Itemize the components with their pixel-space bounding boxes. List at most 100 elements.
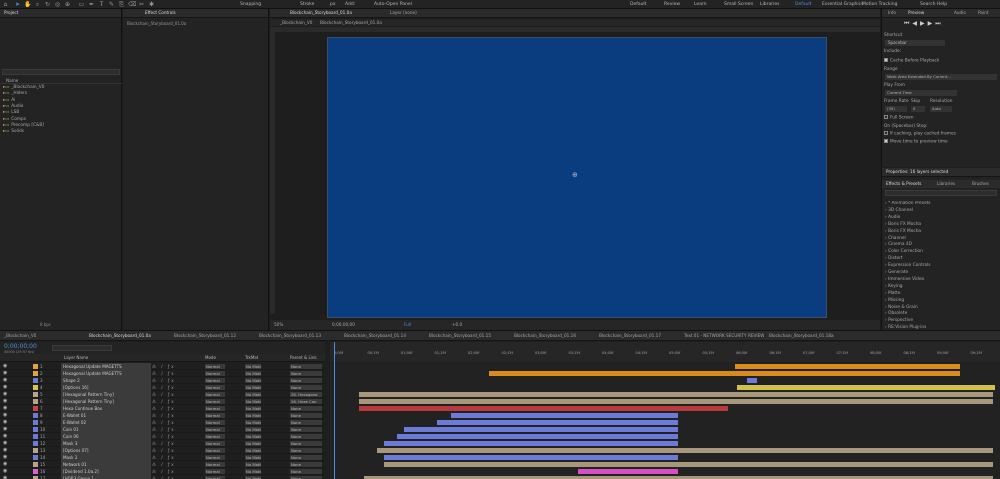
shortcut-select[interactable]: Spacebar [885,40,945,46]
layer-row[interactable]: ◉ 11 Coin 06 ⁂ / ƒx Normal No Matt None [0,433,325,440]
range-select[interactable]: Work Area Extended By Current... [885,74,997,80]
layer-label-color[interactable] [33,448,38,453]
layer-name[interactable]: Network 01 [61,461,151,468]
layer-trkmat-select[interactable]: No Matt [245,462,261,467]
effects-category[interactable]: › Noise & Grain [885,305,918,310]
layer-mode-select[interactable]: Normal [205,434,225,439]
workspace-motion-tracking[interactable]: Motion Tracking [862,2,897,7]
rotate-tool-icon[interactable]: ↻ [44,1,51,8]
snapping-label[interactable]: Snapping [240,2,261,7]
exposure-value[interactable]: +0.0 [452,322,462,327]
layer-row[interactable]: ◉ 9 E-Wallet 02 ⁂ / ƒx Normal No Matt None [0,419,325,426]
layer-switches[interactable]: ⁂ / ƒx [152,420,176,425]
layer-label-color[interactable] [33,427,38,432]
layer-switches[interactable]: ⁂ / ƒx [152,441,176,446]
playback-controls[interactable]: ⏮◀▶▶⏭ [904,20,944,28]
layer-mode-select[interactable]: Normal [205,462,225,467]
tab-preview[interactable]: Preview [908,10,924,15]
layer-label-color[interactable] [33,385,38,390]
resolution-select[interactable]: Full [404,322,411,327]
layer-duration-bar[interactable] [376,448,994,453]
effects-category[interactable]: › Immersive Video [885,277,924,282]
camera-tool-icon[interactable]: ◎ [54,1,61,8]
tab-brushes[interactable]: Brushes [972,181,989,186]
layer-trkmat-select[interactable]: No Matt [245,364,261,369]
selection-tool-icon[interactable]: ➤ [14,1,21,8]
eraser-tool-icon[interactable]: ⌫ [128,1,136,8]
layer-switches[interactable]: ⁂ / ƒx [152,427,176,432]
layer-parent-select[interactable]: None [290,434,322,439]
home-icon[interactable]: ⌂ [2,1,9,8]
layer-name[interactable]: E-Wallet 01 [61,412,151,419]
tab-effects-presets[interactable]: Effects & Presets [886,181,921,186]
timeline-ruler[interactable]: 0;00f 00;15f 01;00f 01;15f 02;00f 02;15f 03;00… [330,342,1000,362]
effects-category[interactable]: › Cinema 4D [885,242,912,247]
visibility-eye-icon[interactable]: ◉ [3,447,7,454]
rectangle-tool-icon[interactable]: ▭ [78,1,85,8]
project-bpc[interactable]: 8 bpc [40,322,51,327]
tab-paint[interactable]: Paint [978,10,988,15]
layer-trkmat-select[interactable]: No Matt [245,399,261,404]
properties-title[interactable]: Properties: 16 layers selected [886,169,948,174]
layer-duration-bar[interactable] [736,385,995,390]
auto-open-label[interactable]: Auto-Open Panel [374,2,412,7]
effects-category[interactable]: › Boris FX Mocha [885,229,921,234]
layer-row[interactable]: ◉ 16 [Dividend 1.0a.2] ⁂ / ƒx Normal No Matt N… [0,468,325,475]
layer-mode-select[interactable]: Normal [205,385,225,390]
visibility-eye-icon[interactable]: ◉ [3,370,7,377]
timeline-tab[interactable]: Blockchain_Storyboard_01.13 [259,333,321,338]
layer-mode-select[interactable]: Normal [205,392,225,397]
layer-switches[interactable]: ⁂ / ƒx [152,385,176,390]
visibility-eye-icon[interactable]: ◉ [3,440,7,447]
layer-name[interactable]: Coin 06 [61,433,151,440]
layer-switches[interactable]: ⁂ / ƒx [152,462,176,467]
layer-duration-bar[interactable] [437,420,679,425]
layer-name[interactable]: [Dividend 1.0a.2] [61,468,151,475]
tab-info[interactable]: Info [888,10,896,15]
workspace-libraries[interactable]: Libraries [760,2,779,7]
layer-row[interactable]: ◉ 17 [HOR3 Group 1 ⁂ / ƒx Normal No Matt None [0,475,325,479]
puppet-tool-icon[interactable]: ✱ [148,1,155,8]
playhead[interactable] [334,342,335,479]
col-layer-name[interactable]: Layer Name [64,355,88,360]
composition-canvas[interactable]: ⊕ [327,37,827,318]
layer-name[interactable]: [Hexagonal Pattern Tiny] [61,391,151,398]
layer-trkmat-select[interactable]: No Matt [245,455,261,460]
layer-duration-bar[interactable] [383,441,679,446]
layer-trkmat-select[interactable]: No Matt [245,385,261,390]
project-item[interactable]: ▸▭ _Hiders [3,91,27,96]
workspace-learn[interactable]: Learn [694,2,707,7]
layer-row[interactable]: ◉ 13 [Options 07] ⁂ / ƒx Normal No Matt None [0,447,325,454]
visibility-eye-icon[interactable]: ◉ [3,377,7,384]
tab-layer[interactable]: Layer (none) [390,10,417,15]
layer-row[interactable]: ◉ 5 [Hexagonal Pattern Tiny] ⁂ / ƒx Normal No… [0,391,325,398]
visibility-eye-icon[interactable]: ◉ [3,384,7,391]
layer-label-color[interactable] [33,455,38,460]
effects-category[interactable]: › Distort [885,256,903,261]
visibility-eye-icon[interactable]: ◉ [3,454,7,461]
project-item[interactable]: ▸▭ _Blockchain_V0 [3,85,44,90]
layer-parent-select[interactable]: None [290,413,322,418]
layer-name[interactable]: Hexa Continue Box [61,405,151,412]
layer-parent-select[interactable]: None [290,469,322,474]
layer-parent-select[interactable]: None [290,427,322,432]
layer-name[interactable]: Shape 2 [61,377,151,384]
add-label[interactable]: Add: [345,2,355,7]
cache-before-checkbox[interactable]: Cache Before Playback [884,58,939,64]
tab-composition[interactable]: Blockchain_Storyboard_01.0a [290,10,352,15]
effects-category[interactable]: › Missing [885,298,904,303]
stroke-label[interactable]: Stroke [300,2,314,7]
layer-switches[interactable]: ⁂ / ƒx [152,364,176,369]
layer-switches[interactable]: ⁂ / ƒx [152,448,176,453]
layer-duration-bar[interactable] [735,364,960,369]
layer-label-color[interactable] [33,441,38,446]
timeline-search-input[interactable] [52,345,112,351]
timeline-tab[interactable]: _Blockchain_V0 [4,333,36,338]
layer-mode-select[interactable]: Normal [205,364,225,369]
layer-mode-select[interactable]: Normal [205,406,225,411]
pan-behind-tool-icon[interactable]: ⊕ [64,1,71,8]
timeline-tab[interactable]: Blockchain_Storyboard_01.12 [174,333,236,338]
tab-libraries[interactable]: Libraries [937,181,955,186]
layer-parent-select[interactable]: None [290,364,322,369]
if-caching-checkbox[interactable]: If caching, play cached frames [884,131,956,137]
